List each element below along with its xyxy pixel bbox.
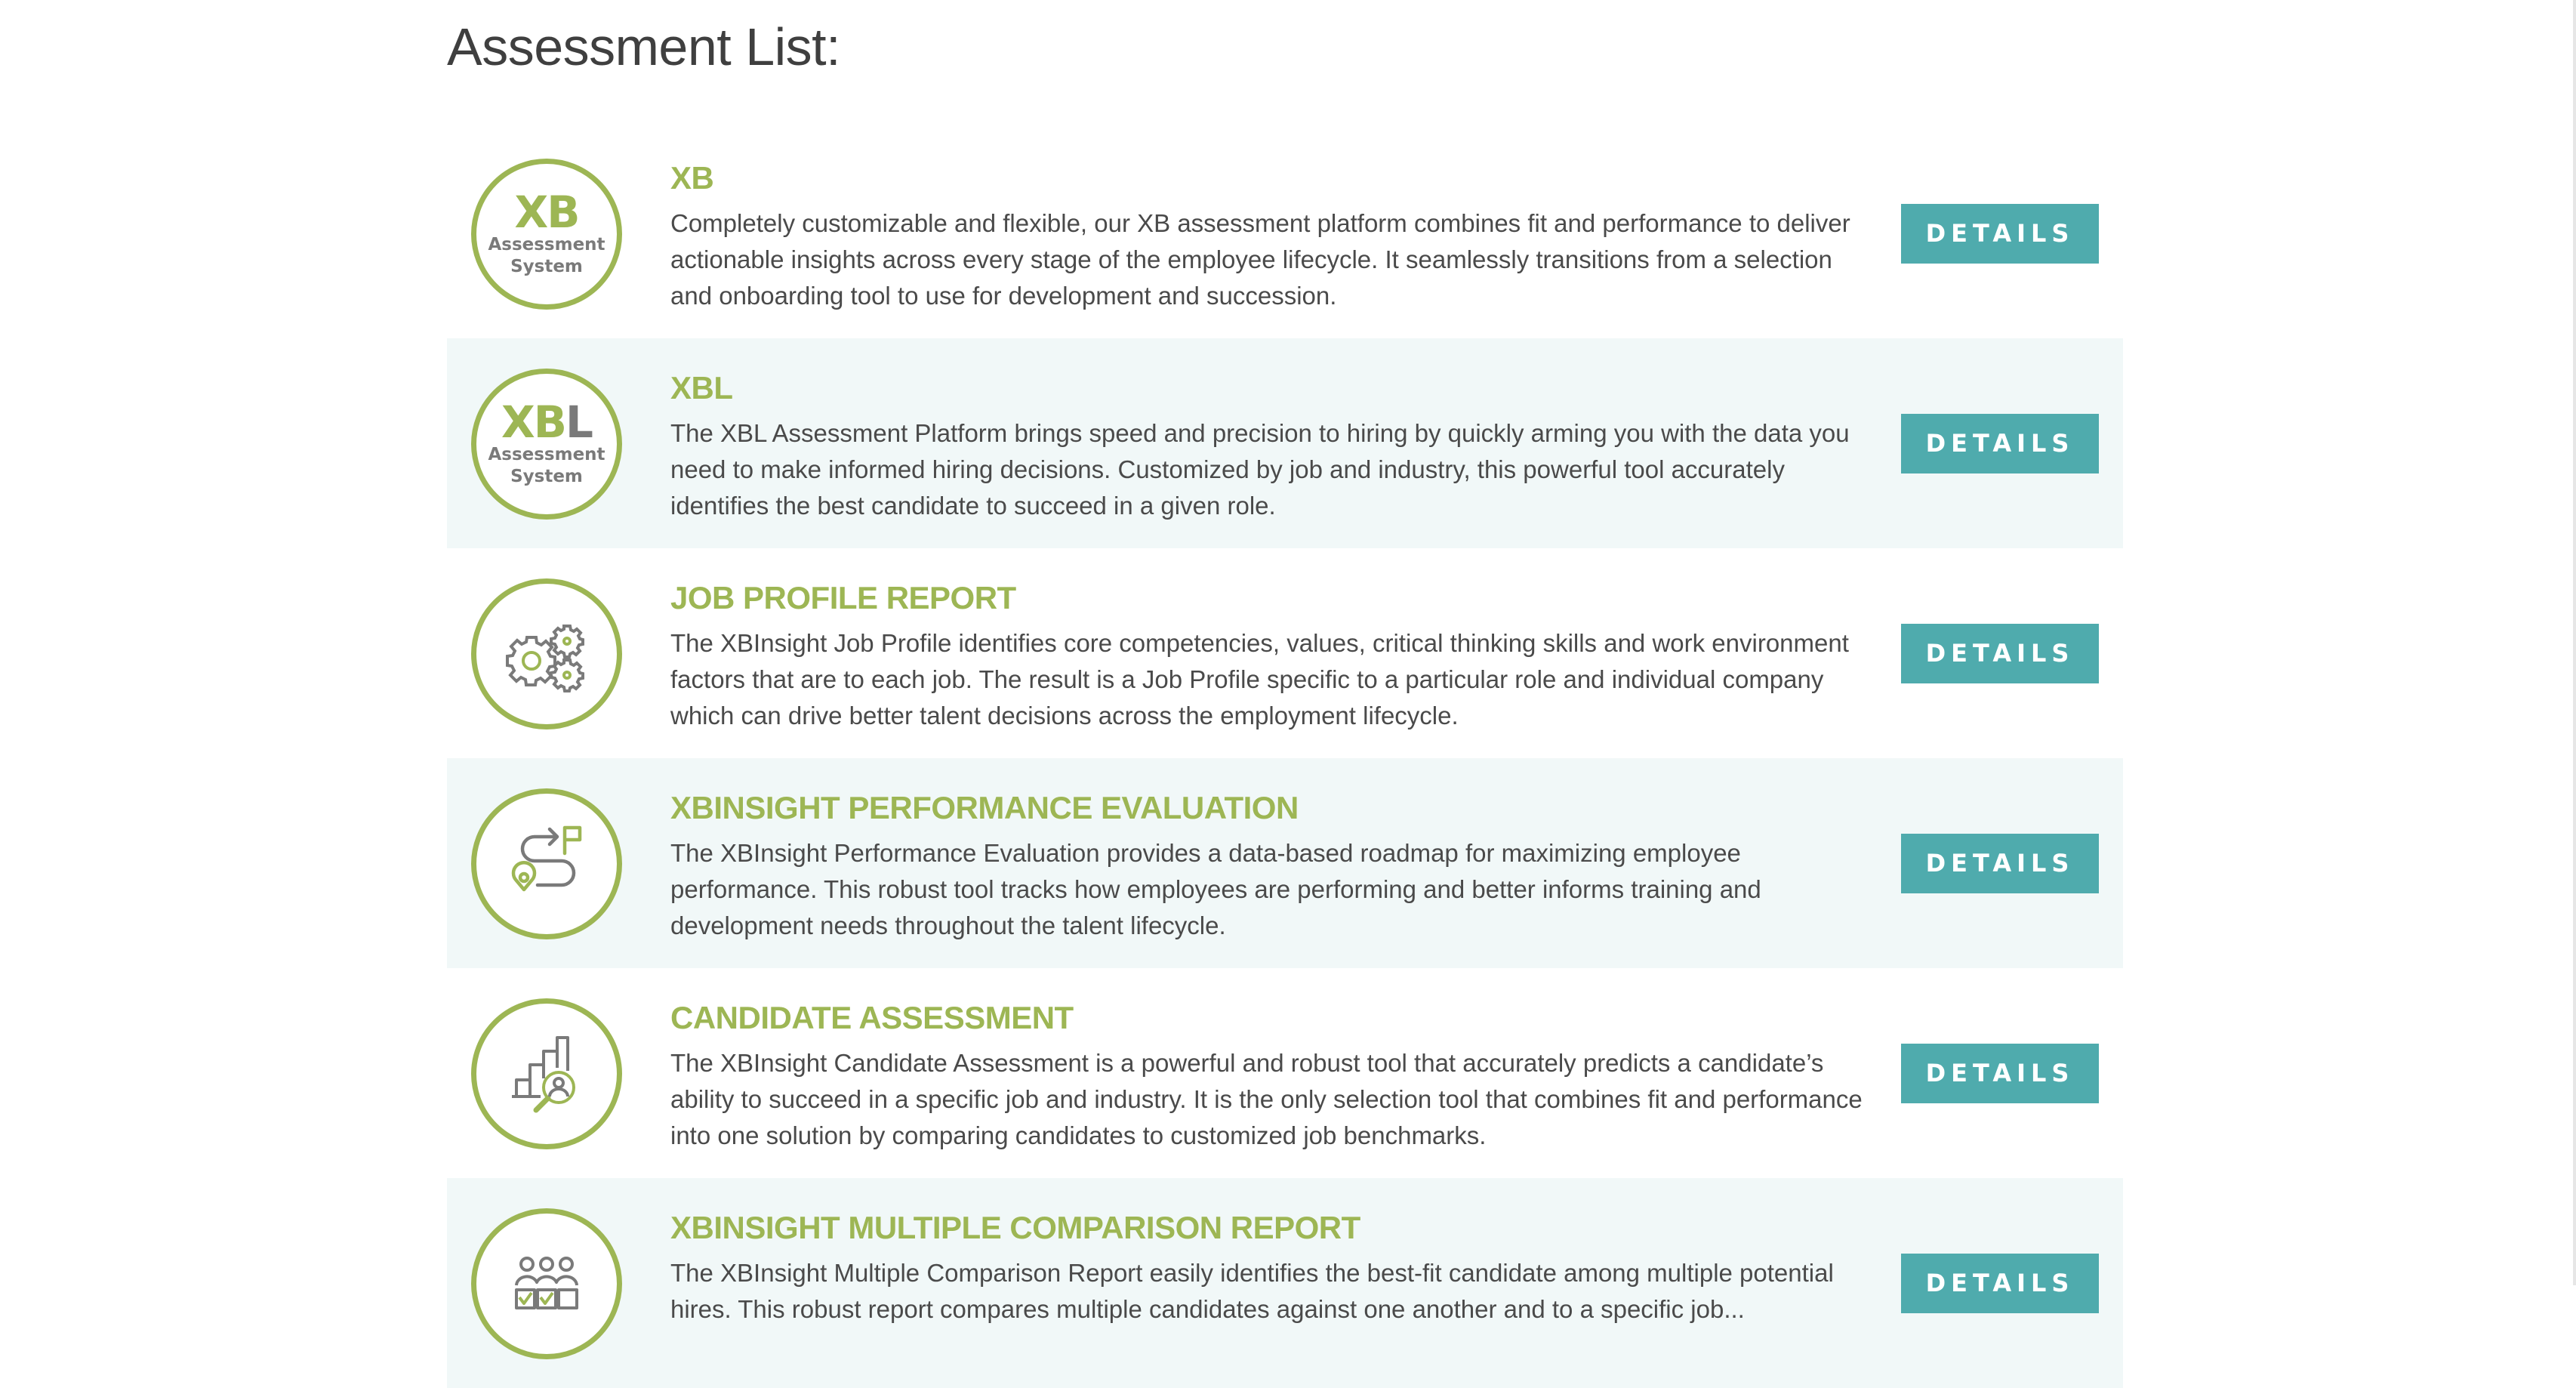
roadmap-icon [471, 788, 622, 939]
assessment-row-performance-evaluation: XBINSIGHT PERFORMANCE EVALUATION The XBI… [447, 758, 2123, 968]
badge-subtitle-line2: System [510, 257, 583, 276]
assessment-title: CANDIDATE ASSESSMENT [670, 1000, 1074, 1035]
assessment-description: The XBL Assessment Platform brings speed… [670, 419, 1850, 520]
details-button-xb[interactable]: DETAILS [1901, 204, 2099, 264]
xb-assessment-system-logo-icon: XB Assessment System [471, 159, 622, 310]
details-button-xbl[interactable]: DETAILS [1901, 414, 2099, 473]
assessment-content: XBINSIGHT MULTIPLE COMPARISON REPORT The… [670, 1208, 1863, 1328]
page-title: Assessment List: [447, 17, 841, 76]
assessment-title: XBINSIGHT MULTIPLE COMPARISON REPORT [670, 1210, 1360, 1245]
details-button-performance-evaluation[interactable]: DETAILS [1901, 834, 2099, 893]
badge-subtitle-line1: Assessment [488, 445, 605, 464]
assessment-description: The XBInsight Performance Evaluation pro… [670, 839, 1761, 939]
chart-search-person-icon-graphic [512, 1036, 575, 1113]
assessment-row-candidate-assessment: CANDIDATE ASSESSMENT The XBInsight Candi… [447, 968, 2123, 1178]
details-button-candidate-assessment[interactable]: DETAILS [1901, 1044, 2099, 1103]
assessment-content: XBL The XBL Assessment Platform brings s… [670, 369, 1863, 524]
badge-suffix-text: L [565, 396, 593, 448]
badge-subtitle-line2: System [510, 467, 583, 486]
details-button-job-profile-report[interactable]: DETAILS [1901, 624, 2099, 683]
gears-icon [471, 578, 622, 729]
window-edge [2573, 0, 2576, 1285]
assessment-description: The XBInsight Candidate Assessment is a … [670, 1049, 1863, 1149]
assessment-row-xbl: XBL Assessment System XBL The XBL Assess… [447, 338, 2123, 548]
details-button-multiple-comparison-report[interactable]: DETAILS [1901, 1254, 2099, 1313]
assessment-description: The XBInsight Multiple Comparison Report… [670, 1259, 1834, 1323]
group-checklist-icon [471, 1208, 622, 1359]
assessment-list: XB Assessment System XB Completely custo… [447, 128, 2123, 1388]
chart-search-person-icon [471, 998, 622, 1149]
roadmap-icon-graphic [511, 825, 582, 892]
assessment-title: JOB PROFILE REPORT [670, 580, 1016, 615]
assessment-content: XB Completely customizable and flexible,… [670, 159, 1863, 314]
assessment-row-job-profile-report: JOB PROFILE REPORT The XBInsight Job Pro… [447, 548, 2123, 758]
assessment-row-multiple-comparison-report: XBINSIGHT MULTIPLE COMPARISON REPORT The… [447, 1178, 2123, 1388]
gears-icon-graphic [506, 625, 584, 692]
assessment-description: Completely customizable and flexible, ou… [670, 209, 1850, 310]
xbl-assessment-system-logo-icon: XBL Assessment System [471, 369, 622, 520]
badge-main-text: XB [501, 396, 567, 448]
assessment-content: CANDIDATE ASSESSMENT The XBInsight Candi… [670, 998, 1863, 1154]
assessment-content: JOB PROFILE REPORT The XBInsight Job Pro… [670, 578, 1863, 734]
assessment-row-xb: XB Assessment System XB Completely custo… [447, 128, 2123, 338]
assessment-title: XBINSIGHT PERFORMANCE EVALUATION [670, 790, 1299, 825]
assessment-description: The XBInsight Job Profile identifies cor… [670, 629, 1849, 729]
badge-subtitle-line1: Assessment [488, 235, 605, 254]
assessment-list-section: Assessment List: XB Assessment System XB… [447, 0, 2123, 1388]
group-checklist-icon-graphic [515, 1257, 578, 1309]
assessment-content: XBINSIGHT PERFORMANCE EVALUATION The XBI… [670, 788, 1863, 944]
badge-main-text: XB [514, 187, 581, 238]
assessment-title: XBL [670, 370, 733, 406]
assessment-title: XB [670, 160, 714, 196]
